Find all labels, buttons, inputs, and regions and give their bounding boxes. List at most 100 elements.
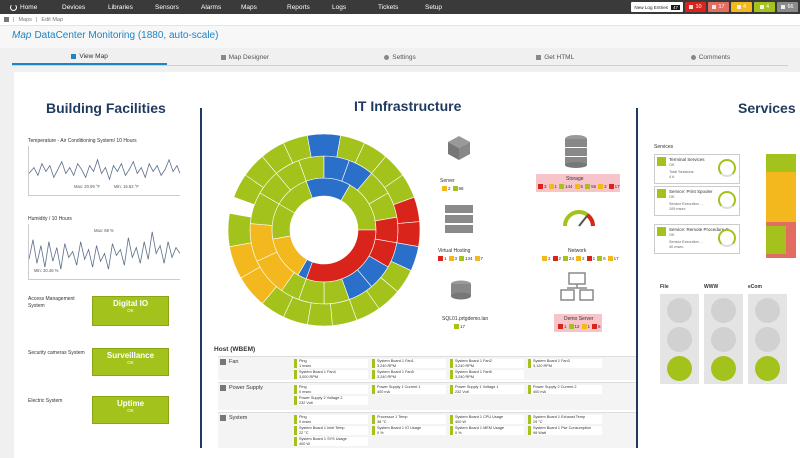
- demo-server-label[interactable]: Demo Server: [564, 316, 593, 322]
- traffic-light-lamp: [755, 298, 780, 323]
- new-log-entries-button[interactable]: New Log Entries 47: [631, 2, 683, 12]
- sunburst-segment[interactable]: [306, 133, 342, 158]
- sql-server-label[interactable]: SQL01.prtgdemo.lan: [442, 316, 488, 322]
- home-link[interactable]: Home: [0, 0, 60, 14]
- traffic-light[interactable]: [704, 294, 743, 384]
- sunburst-segment[interactable]: [306, 302, 333, 327]
- sensor-tile[interactable]: System Board 1 Fan6 3,240 RPM: [450, 370, 524, 379]
- sunburst-chart[interactable]: [224, 130, 424, 330]
- service-card[interactable]: Terminal Services OK Total Sessions 4 #: [654, 154, 740, 184]
- nav-libraries[interactable]: Libraries: [108, 0, 155, 14]
- status-square: [608, 184, 614, 189]
- nav-sensors[interactable]: Sensors: [155, 0, 201, 14]
- home-label: Home: [20, 3, 38, 11]
- tab-view-map[interactable]: View Map: [12, 50, 168, 65]
- status-square: [448, 256, 454, 261]
- sensor-tile[interactable]: Ping 1 msec: [294, 359, 368, 368]
- network-label[interactable]: Network: [568, 248, 586, 254]
- new-log-count: 47: [671, 4, 680, 10]
- temperature-chart[interactable]: [28, 146, 180, 196]
- status-square: [585, 184, 591, 189]
- service-card[interactable]: Service: Remote Procedure C... OK Sensor E…: [654, 224, 740, 254]
- network-gauge-icon: [563, 210, 595, 227]
- partial-sensor-green-2[interactable]: [766, 226, 786, 254]
- humidity-chart-label: Humidity / 10 Hours: [28, 216, 72, 222]
- tab-get-html[interactable]: Get HTML: [478, 50, 633, 65]
- breadcrumb-maps[interactable]: Maps: [18, 17, 31, 23]
- sunburst-segment[interactable]: [227, 212, 252, 248]
- tab-map-designer[interactable]: Map Designer: [167, 50, 322, 65]
- sensor-tile[interactable]: Power Supply 1 Current 1 400 mA: [372, 385, 446, 394]
- nav-setup[interactable]: Setup: [425, 0, 471, 14]
- sensor-tile[interactable]: System Board 1 CPU Usage 400 W: [450, 415, 524, 424]
- sensor-tile[interactable]: System Board 1 Fan2 3,240 RPM: [450, 359, 524, 368]
- server-cube-icon: [448, 136, 470, 160]
- status-badges: 10 17 4 4 66: [685, 2, 798, 12]
- sensor-tile[interactable]: Power Supply 2 Voltage 2 232 Volt: [294, 396, 368, 405]
- sensor-tile[interactable]: System Board 1 IO Usage 0 %: [372, 426, 446, 435]
- service-card[interactable]: Service: Print Spooler OK Sensor Execution…: [654, 186, 740, 216]
- network-status: 2 2 24 2 1 6 17: [542, 256, 620, 261]
- sensor-tile[interactable]: System Board 1 MEM Usage 0 %: [450, 426, 524, 435]
- status-badge[interactable]: 10: [685, 2, 706, 12]
- nav-devices[interactable]: Devices: [62, 0, 108, 14]
- nav-reports[interactable]: Reports: [287, 0, 332, 14]
- sensor-tile[interactable]: System Board 1 Fan3 3,120 RPM: [528, 359, 602, 368]
- partial-sensor-yellow[interactable]: [766, 172, 796, 222]
- tab-comments[interactable]: Comments: [633, 50, 788, 65]
- uptime-sensor[interactable]: Uptime OK: [92, 396, 169, 424]
- new-log-label: New Log Entries: [634, 4, 669, 10]
- sensor-tile[interactable]: Power Supply 1 Voltage 1 232 Volt: [450, 385, 524, 394]
- status-badge[interactable]: 66: [777, 2, 798, 12]
- sensor-tile[interactable]: System Board 1 Inlet Temp 22 °C: [294, 426, 368, 435]
- host-wbem-title[interactable]: Host (WBEM): [214, 346, 255, 353]
- server-label[interactable]: Server: [440, 178, 455, 184]
- traffic-light-label: eCom: [748, 284, 762, 290]
- sensor-tile[interactable]: System Board 1 Fan1 3,240 RPM: [372, 359, 446, 368]
- traffic-light-lamp: [711, 356, 736, 381]
- status-badge[interactable]: 4: [731, 2, 752, 12]
- sensor-tile[interactable]: System Board 1 Fan4 3,000 RPM: [294, 370, 368, 379]
- sunburst-segment[interactable]: [374, 216, 399, 244]
- traffic-light-lamp: [711, 327, 736, 352]
- digital-io-sensor[interactable]: Digital IO OK: [92, 296, 169, 326]
- nav-tickets[interactable]: Tickets: [378, 0, 425, 14]
- top-navigation-bar: Home Devices Libraries Sensors Alarms Maps Re…: [0, 0, 800, 14]
- sensor-tile[interactable]: Power Supply 2 Current 2 400 mA: [528, 385, 602, 394]
- breadcrumb-edit-map[interactable]: Edit Map: [41, 17, 63, 23]
- sensor-tile[interactable]: System Board 1 SYS Usage 400 W: [294, 437, 368, 446]
- breadcrumb: | Maps | Edit Map: [0, 14, 800, 26]
- status-badge[interactable]: 17: [708, 2, 729, 12]
- device-icon: [220, 415, 226, 421]
- status-square: [474, 256, 480, 261]
- virtual-hosting-label[interactable]: Virtual Hosting: [438, 248, 470, 254]
- surveillance-sensor[interactable]: Surveillance OK: [92, 348, 169, 376]
- sensor-tile[interactable]: System Board 1 Fan5 3,240 RPM: [372, 370, 446, 379]
- home-icon[interactable]: [4, 17, 9, 22]
- demo-server-status: 1 12 1 6: [558, 324, 602, 329]
- sensor-tile[interactable]: Ping 0 msec: [294, 385, 368, 394]
- alarm-summary: New Log Entries 47 10 17 4 4 66: [631, 2, 798, 12]
- view-map-icon: [71, 54, 77, 59]
- status-badge[interactable]: 4: [754, 2, 775, 12]
- nav-maps[interactable]: Maps: [241, 0, 287, 14]
- temperature-chart-svg: [29, 158, 180, 181]
- traffic-light[interactable]: [660, 294, 699, 384]
- storage-status: 3 1 144 5 55 2 17: [538, 184, 621, 189]
- status-square: [438, 256, 443, 261]
- sensor-tile[interactable]: Processor 1 Temp 38 °C: [372, 415, 446, 424]
- traffic-light[interactable]: [748, 294, 787, 384]
- services-title: Services: [738, 100, 796, 116]
- sensor-tile[interactable]: System Board 1 Pwr Consumption 98 Watt: [528, 426, 602, 435]
- page-title-text: DataCenter Monitoring (1880, auto-scale): [34, 30, 219, 41]
- nav-logs[interactable]: Logs: [332, 0, 378, 14]
- nav-alarms[interactable]: Alarms: [201, 0, 241, 14]
- sunburst-segment[interactable]: [396, 221, 421, 248]
- sensor-tile[interactable]: System Board 1 Exhaust Temp 29 °C: [528, 415, 602, 424]
- server-status: 2 98: [442, 186, 465, 191]
- tab-settings[interactable]: Settings: [322, 50, 477, 65]
- partial-sensor-green[interactable]: [766, 154, 796, 172]
- sensor-tile[interactable]: Ping 0 msec: [294, 415, 368, 424]
- device-icon: [220, 385, 226, 391]
- storage-label[interactable]: Storage: [566, 176, 584, 182]
